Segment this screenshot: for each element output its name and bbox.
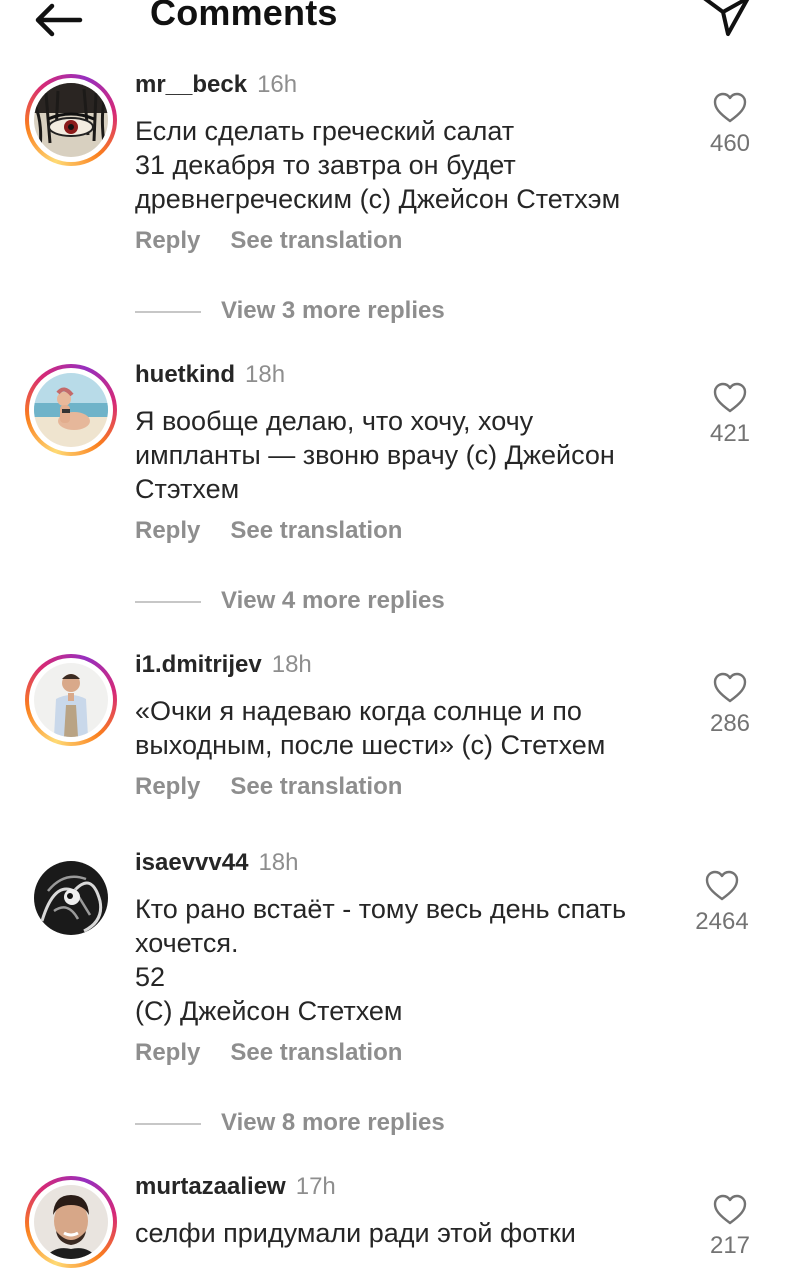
comments-header: Comments — [0, 0, 792, 40]
avatar[interactable] — [25, 1176, 117, 1268]
like-count: 460 — [709, 130, 751, 157]
comment-time: 18h — [258, 849, 299, 876]
reply-button[interactable]: Reply — [135, 1039, 200, 1066]
like-area: 460 — [690, 92, 770, 158]
comment-text: селфи придумали ради этой фотки — [135, 1218, 576, 1248]
username[interactable]: murtazaaliew — [135, 1173, 286, 1200]
view-more-replies[interactable]: View 8 more replies — [135, 1108, 455, 1138]
see-translation-button[interactable]: See translation — [230, 517, 402, 544]
see-translation-button[interactable]: See translation — [230, 773, 402, 800]
like-area: 217 — [690, 1194, 770, 1260]
heart-icon[interactable] — [713, 382, 747, 414]
heart-icon[interactable] — [713, 1194, 747, 1226]
like-area: 421 — [690, 382, 770, 448]
like-count: 286 — [709, 710, 751, 737]
avatar[interactable] — [25, 852, 117, 944]
comment-header: huetkind 18h — [135, 360, 285, 390]
comment-header: murtazaaliew 17h — [135, 1172, 336, 1202]
see-translation-button[interactable]: See translation — [230, 227, 402, 254]
view-replies-label: View 4 more replies — [221, 587, 445, 614]
page-title: Comments — [150, 0, 338, 33]
username[interactable]: isaevvv44 — [135, 849, 248, 876]
username[interactable]: huetkind — [135, 361, 235, 388]
view-replies-label: View 3 more replies — [221, 297, 445, 324]
like-count: 2464 — [695, 908, 749, 935]
comment-actions: Reply See translation — [135, 772, 402, 802]
avatar[interactable] — [25, 364, 117, 456]
comment-text: Я вообще делаю, что хочу, хочу импланты … — [135, 406, 615, 504]
like-count: 421 — [709, 420, 751, 447]
comment-time: 18h — [271, 651, 312, 678]
comment-header: i1.dmitrijev 18h — [135, 650, 312, 680]
comment-time: 18h — [245, 361, 286, 388]
heart-icon[interactable] — [713, 92, 747, 124]
view-more-replies[interactable]: View 4 more replies — [135, 586, 455, 616]
reply-button[interactable]: Reply — [135, 517, 200, 544]
paper-plane-icon[interactable] — [700, 0, 752, 38]
view-replies-label: View 8 more replies — [221, 1109, 445, 1136]
like-count: 217 — [709, 1232, 751, 1259]
comment-text: Если сделать греческий салат 31 декабря … — [135, 116, 621, 214]
avatar[interactable] — [25, 654, 117, 746]
comment-text: «Очки я надеваю когда солнце и по выходн… — [135, 696, 606, 760]
heart-icon[interactable] — [713, 672, 747, 704]
replies-divider — [135, 311, 201, 313]
username[interactable]: mr__beck — [135, 71, 247, 98]
comment-actions: Reply See translation — [135, 1038, 402, 1068]
replies-divider — [135, 1123, 201, 1125]
comment-header: isaevvv44 18h — [135, 848, 299, 878]
comment-actions: Reply See translation — [135, 226, 402, 256]
username[interactable]: i1.dmitrijev — [135, 651, 262, 678]
comment-actions: Reply See translation — [135, 516, 402, 546]
comment-text: Кто рано встаёт - тому весь день спать х… — [135, 894, 627, 1026]
reply-button[interactable]: Reply — [135, 773, 200, 800]
replies-divider — [135, 601, 201, 603]
like-area: 286 — [690, 672, 770, 738]
comment-time: 16h — [257, 71, 298, 98]
see-translation-button[interactable]: See translation — [230, 1039, 402, 1066]
comment-time: 17h — [295, 1173, 336, 1200]
avatar[interactable] — [25, 74, 117, 166]
heart-icon[interactable] — [705, 870, 739, 902]
view-more-replies[interactable]: View 3 more replies — [135, 296, 455, 326]
like-area: 2464 — [682, 870, 762, 936]
reply-button[interactable]: Reply — [135, 227, 200, 254]
arrow-left-icon[interactable] — [30, 0, 86, 40]
comment-header: mr__beck 16h — [135, 70, 297, 100]
